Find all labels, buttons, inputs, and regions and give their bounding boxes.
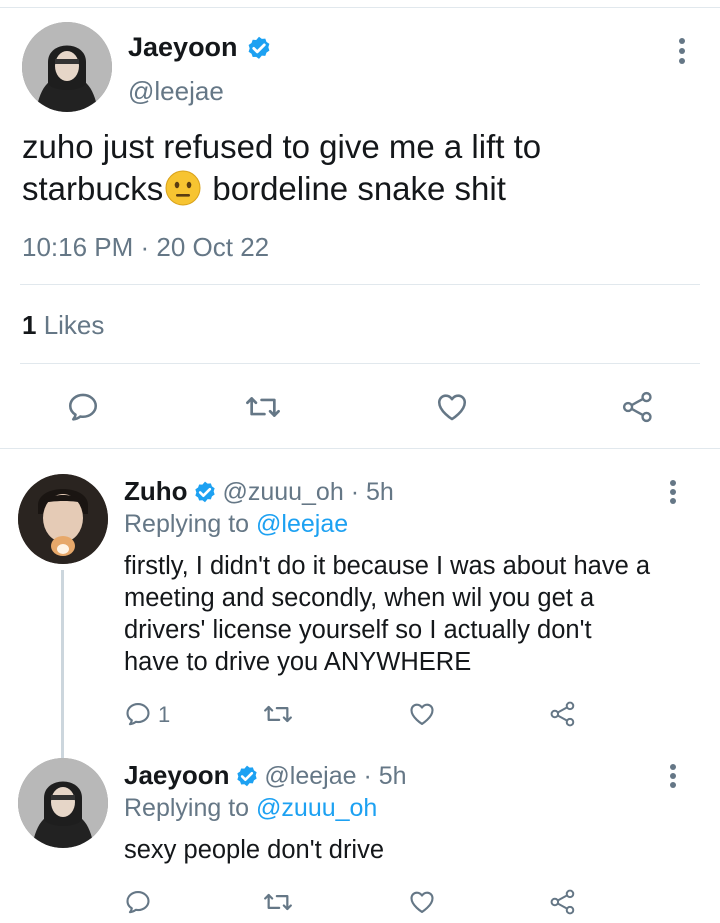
retweet-icon[interactable] <box>262 888 294 916</box>
divider-2 <box>20 363 700 364</box>
like-icon[interactable] <box>434 390 470 424</box>
divider-3 <box>0 448 720 449</box>
avatar-zuho[interactable] <box>18 474 108 564</box>
more-vertical-icon[interactable] <box>663 480 683 510</box>
reply-icon[interactable] <box>66 390 100 424</box>
share-icon[interactable] <box>548 888 578 916</box>
divider-1 <box>20 284 700 285</box>
neutral-face-emoji <box>165 170 201 206</box>
replying-to-link[interactable]: @zuuu_oh <box>256 794 377 822</box>
reply-1-text: firstly, I didn't do it because I was ab… <box>124 550 714 678</box>
author-name-row: Jaeyoon <box>128 32 273 66</box>
verified-badge-icon <box>234 764 260 790</box>
more-vertical-icon[interactable] <box>672 38 692 68</box>
avatar-jaeyoon[interactable] <box>22 22 112 112</box>
reply-2-text: sexy people don't drive <box>124 834 384 866</box>
likes-stat[interactable]: 1 Likes <box>22 310 104 341</box>
author-handle[interactable]: @leejae <box>128 76 224 107</box>
share-icon[interactable] <box>548 700 578 728</box>
reply-2-replying-to: Replying to @zuuu_oh <box>124 794 378 822</box>
reply-1-text-line: firstly, I didn't do it because I was ab… <box>124 552 651 580</box>
replying-to-link[interactable]: @leejae <box>256 510 348 538</box>
reply-1-text-line: have to drive you ANYWHERE <box>124 648 472 676</box>
reply-1-header: Zuho @zuuu_oh · 5h <box>124 476 394 507</box>
tweet-timestamp[interactable]: 10:16 PM · 20 Oct 22 <box>22 232 269 263</box>
author-name[interactable]: Jaeyoon <box>128 32 238 62</box>
reply-icon[interactable] <box>124 888 152 916</box>
verified-badge-icon <box>192 480 218 506</box>
like-icon[interactable] <box>407 888 437 916</box>
reply-2-header: Jaeyoon @leejae · 5h <box>124 760 407 791</box>
reply-1-time: · 5h <box>343 478 394 506</box>
retweet-icon[interactable] <box>262 700 294 728</box>
verified-badge-icon <box>245 35 273 63</box>
reply-1-author-name[interactable]: Zuho <box>124 476 188 506</box>
top-separator <box>0 0 720 8</box>
reply-2-text-line: sexy people don't drive <box>124 836 385 864</box>
like-icon[interactable] <box>407 700 437 728</box>
thread-line <box>61 570 64 758</box>
reply-1-text-line: drivers' license yourself so I actually … <box>124 616 592 644</box>
share-icon[interactable] <box>620 390 656 424</box>
more-vertical-icon[interactable] <box>663 764 683 794</box>
reply-2-handle[interactable]: @leejae <box>264 762 356 790</box>
tweet-text: zuho just refused to give me a lift to s… <box>22 126 702 210</box>
retweet-icon[interactable] <box>244 390 282 424</box>
reply-1-replying-to: Replying to @leejae <box>124 510 349 538</box>
avatar-jaeyoon[interactable] <box>18 758 108 848</box>
reply-2-time: · 5h <box>356 762 407 790</box>
reply-1-text-line: meeting and secondly, when wil you get a <box>124 584 595 612</box>
reply-count: 1 <box>158 702 171 727</box>
tweet-text-line-1: zuho just refused to give me a lift to <box>22 128 542 165</box>
reply-icon[interactable] <box>124 700 152 728</box>
tweet-text-line-2: starbucks bordeline snake shit <box>22 170 506 207</box>
reply-1-handle[interactable]: @zuuu_oh <box>222 478 343 506</box>
reply-2-author-name[interactable]: Jaeyoon <box>124 760 230 790</box>
